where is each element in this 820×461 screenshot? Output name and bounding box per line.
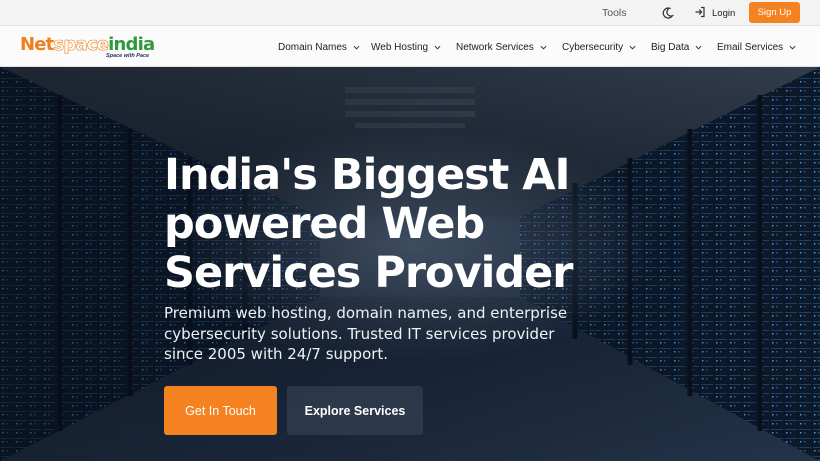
- nav-item-cybersecurity[interactable]: Cybersecurity: [562, 40, 636, 54]
- top-utility-bar: Tools Login Sign Up: [0, 0, 820, 26]
- moon-icon[interactable]: [660, 6, 675, 20]
- chevron-down-icon: [540, 45, 547, 50]
- nav-item-domain-names[interactable]: Domain Names: [278, 40, 360, 54]
- nav-label: Cybersecurity: [562, 41, 624, 53]
- chevron-down-icon: [629, 45, 636, 50]
- nav-item-big-data[interactable]: Big Data: [651, 40, 702, 54]
- main-navigation: Netspaceindia Space with Pace Domain Nam…: [0, 26, 820, 67]
- login-icon: [694, 6, 706, 21]
- login-link[interactable]: Login: [694, 6, 735, 21]
- logo-wordmark: Netspaceindia: [20, 34, 155, 55]
- nav-item-email-services[interactable]: Email Services: [717, 40, 796, 54]
- hero-headline: India's Biggest AI powered Web Services …: [164, 150, 574, 298]
- explore-services-button[interactable]: Explore Services: [287, 386, 423, 435]
- chevron-down-icon: [434, 45, 441, 50]
- sign-up-button[interactable]: Sign Up: [749, 2, 800, 23]
- nav-label: Email Services: [717, 41, 784, 53]
- nav-item-network-services[interactable]: Network Services: [456, 40, 547, 54]
- hero-section: India's Biggest AI powered Web Services …: [0, 67, 820, 461]
- nav-label: Network Services: [456, 41, 534, 53]
- netspaceindia-logo[interactable]: Netspaceindia Space with Pace: [20, 34, 155, 61]
- tools-link[interactable]: Tools: [602, 7, 627, 19]
- chevron-down-icon: [353, 45, 360, 50]
- nav-label: Big Data: [651, 41, 690, 53]
- login-label: Login: [712, 8, 736, 19]
- nav-item-web-hosting[interactable]: Web Hosting: [371, 40, 441, 54]
- nav-label: Web Hosting: [371, 41, 429, 53]
- hero-subtext: Premium web hosting, domain names, and e…: [164, 304, 568, 363]
- chevron-down-icon: [695, 45, 702, 50]
- get-in-touch-button[interactable]: Get In Touch: [164, 386, 277, 435]
- chevron-down-icon: [789, 45, 796, 50]
- logo-tagline: Space with Pace: [106, 53, 150, 59]
- nav-label: Domain Names: [278, 41, 347, 53]
